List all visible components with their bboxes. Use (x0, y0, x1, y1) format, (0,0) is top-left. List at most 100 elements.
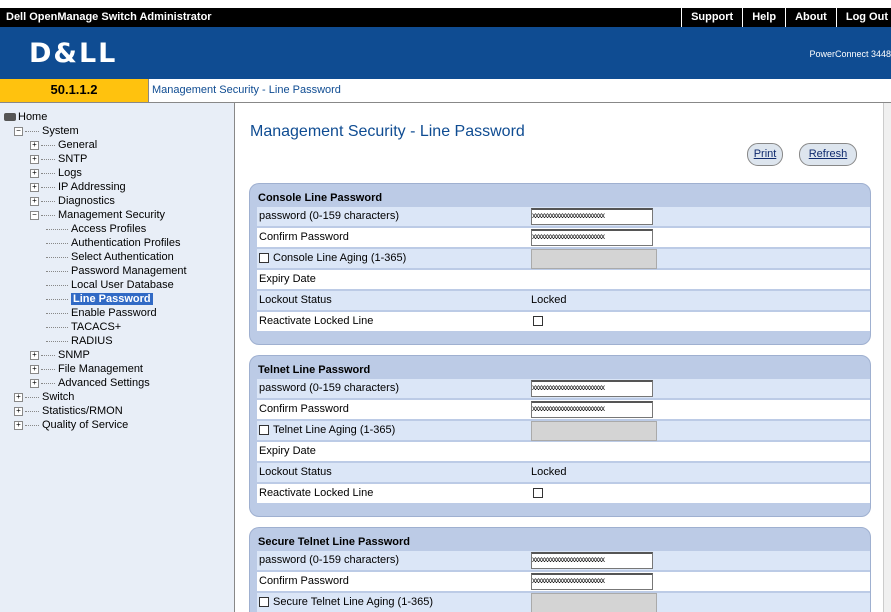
tree-item-label[interactable]: File Management (58, 363, 143, 375)
tree-item[interactable]: + Diagnostics (30, 195, 115, 209)
expand-icon[interactable]: + (30, 196, 39, 206)
tree-item-label[interactable]: Select Authentication (71, 251, 174, 263)
tree-connector (46, 326, 68, 328)
tree-item[interactable]: + Logs (30, 167, 82, 181)
password-field[interactable]: xxxxxxxxxxxxxxxxxxxxxxxx (531, 552, 653, 569)
refresh-button[interactable]: Refresh (799, 143, 857, 166)
tree-item-label[interactable]: Quality of Service (42, 419, 128, 431)
tree-item[interactable]: Access Profiles (46, 223, 146, 237)
tree-item-label[interactable]: Enable Password (71, 307, 157, 319)
line-aging-label: Console Line Aging (1-365) (273, 252, 407, 264)
tree-item-label[interactable]: Password Management (71, 265, 187, 277)
about-link[interactable]: About (785, 8, 836, 27)
tree-item[interactable]: + Statistics/RMON (14, 405, 123, 419)
tree-item[interactable]: + Switch (14, 391, 74, 405)
password-field[interactable]: xxxxxxxxxxxxxxxxxxxxxxxx (531, 380, 653, 397)
line-aging-checkbox[interactable] (259, 425, 269, 436)
line-aging-field[interactable] (531, 249, 657, 269)
line-aging-label: Secure Telnet Line Aging (1-365) (273, 596, 434, 608)
confirm-password-field[interactable]: xxxxxxxxxxxxxxxxxxxxxxxx (531, 229, 653, 246)
dell-logo: D&LL (29, 38, 118, 69)
support-link[interactable]: Support (681, 8, 742, 27)
expand-icon[interactable]: + (30, 364, 39, 374)
line-aging-field[interactable] (531, 593, 657, 612)
tree-item-label[interactable]: Home (18, 111, 47, 123)
confirm-password-field[interactable]: xxxxxxxxxxxxxxxxxxxxxxxx (531, 573, 653, 590)
expand-icon[interactable]: + (30, 378, 39, 388)
tree-item[interactable]: TACACS+ (46, 321, 121, 335)
password-field[interactable]: xxxxxxxxxxxxxxxxxxxxxxxx (531, 208, 653, 225)
form-row: Confirm Password xxxxxxxxxxxxxxxxxxxxxxxx (257, 228, 870, 248)
tree-connector (25, 410, 39, 412)
expand-icon[interactable]: + (30, 350, 39, 360)
tree-item[interactable]: Password Management (46, 265, 187, 279)
line-aging-checkbox[interactable] (259, 597, 269, 608)
tree-item-label[interactable]: IP Addressing (58, 181, 126, 193)
tree-item[interactable]: Enable Password (46, 307, 157, 321)
expand-icon[interactable]: + (14, 392, 23, 402)
tree-item-label[interactable]: General (58, 139, 97, 151)
tree-item-label[interactable]: Switch (42, 391, 74, 403)
tree-item-label[interactable]: Diagnostics (58, 195, 115, 207)
tree-item-label[interactable]: SNTP (58, 153, 87, 165)
tree-item[interactable]: + IP Addressing (30, 181, 126, 195)
tree-connector (46, 298, 68, 300)
logout-link[interactable]: Log Out (835, 8, 891, 27)
tree-item[interactable]: + SNTP (30, 153, 87, 167)
breadcrumb: 50.1.1.2 Management Security - Line Pass… (0, 79, 891, 103)
tree-item[interactable]: Authentication Profiles (46, 237, 180, 251)
tree-item[interactable]: + Advanced Settings (30, 377, 150, 391)
tree-connector (46, 242, 68, 244)
tree-item-label[interactable]: Logs (58, 167, 82, 179)
collapse-icon[interactable]: − (30, 210, 39, 220)
tree-item-label[interactable]: SNMP (58, 349, 90, 361)
tree-item-label[interactable]: Local User Database (71, 279, 174, 291)
expand-icon[interactable]: + (30, 168, 39, 178)
tree-connector (25, 396, 39, 398)
tree-item[interactable]: Select Authentication (46, 251, 174, 265)
print-button[interactable]: Print (747, 143, 783, 166)
vertical-scrollbar[interactable] (883, 103, 891, 612)
expand-icon[interactable]: + (14, 420, 23, 430)
form-row: password (0-159 characters) xxxxxxxxxxxxx… (257, 379, 870, 399)
reactivate-checkbox[interactable] (533, 488, 543, 498)
tree-item[interactable]: − Management Security (30, 209, 165, 223)
tree-item-label[interactable]: Statistics/RMON (42, 405, 123, 417)
line-aging-field[interactable] (531, 421, 657, 441)
line-aging-checkbox[interactable] (259, 253, 269, 264)
expand-icon[interactable]: + (30, 182, 39, 192)
confirm-password-field[interactable]: xxxxxxxxxxxxxxxxxxxxxxxx (531, 401, 653, 418)
tree-item[interactable]: + File Management (30, 363, 143, 377)
tree-item[interactable]: + General (30, 139, 97, 153)
tree-item-label[interactable]: Line Password (71, 293, 153, 305)
reactivate-checkbox[interactable] (533, 316, 543, 326)
home-icon (4, 113, 16, 122)
tree-item-label[interactable]: RADIUS (71, 335, 113, 347)
expand-icon[interactable]: + (14, 406, 23, 416)
tree-item[interactable]: Home (4, 111, 47, 125)
tree-item[interactable]: − System (14, 125, 79, 139)
tree-connector (25, 130, 39, 132)
tree-item[interactable]: Local User Database (46, 279, 174, 293)
tree-item-label[interactable]: Management Security (58, 209, 165, 221)
tree-item-label[interactable]: Access Profiles (71, 223, 146, 235)
tree-item[interactable]: + Quality of Service (14, 419, 128, 433)
tree-connector (41, 214, 55, 216)
tree-item-label[interactable]: Advanced Settings (58, 377, 150, 389)
expand-icon[interactable]: + (30, 140, 39, 150)
tree-item-label[interactable]: TACACS+ (71, 321, 121, 333)
lockout-status-value: Locked (531, 466, 567, 478)
tree-item-label[interactable]: Authentication Profiles (71, 237, 180, 249)
tree-item-label[interactable]: System (42, 125, 79, 137)
tree-item[interactable]: + SNMP (30, 349, 90, 363)
tree-connector (41, 158, 55, 160)
tree-item[interactable]: Line Password (46, 293, 153, 307)
expand-icon[interactable]: + (30, 154, 39, 164)
collapse-icon[interactable]: − (14, 126, 23, 136)
tree-item[interactable]: RADIUS (46, 335, 113, 349)
form-row: Secure Telnet Line Aging (1-365) (257, 593, 870, 612)
help-link[interactable]: Help (742, 8, 785, 27)
form-row: Telnet Line Aging (1-365) (257, 421, 870, 441)
field-label: Confirm Password (259, 231, 349, 243)
field-label: Reactivate Locked Line (259, 315, 374, 327)
